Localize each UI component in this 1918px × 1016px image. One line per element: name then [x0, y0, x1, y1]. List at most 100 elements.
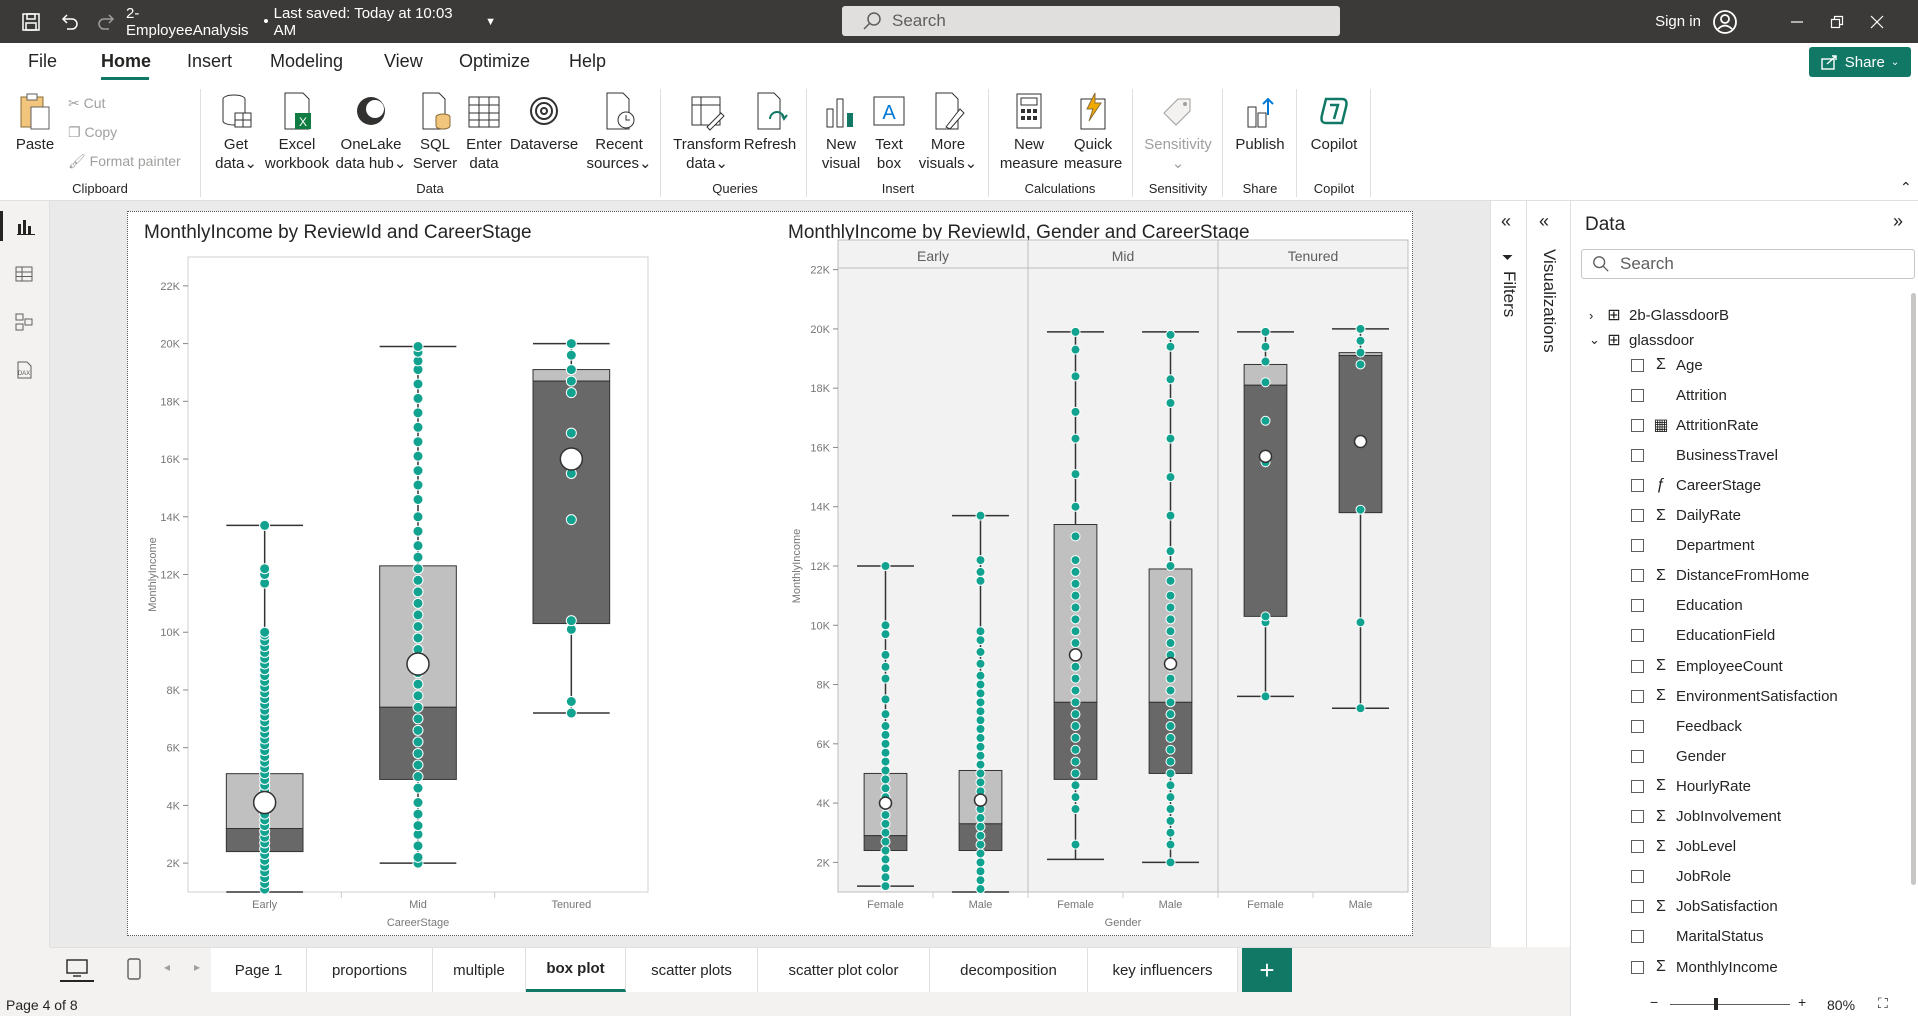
field-checkbox[interactable]: [1631, 388, 1644, 402]
field-maritalstatus[interactable]: MaritalStatus: [1631, 925, 1764, 949]
menu-view[interactable]: View: [384, 51, 423, 72]
collapse-data-pane-icon[interactable]: »: [1893, 211, 1903, 232]
field-checkbox[interactable]: [1631, 689, 1644, 703]
cut-button[interactable]: ✂ Cut: [68, 95, 105, 112]
visualizations-pane[interactable]: « Visualizations: [1526, 201, 1570, 947]
field-checkbox[interactable]: [1631, 448, 1644, 462]
field-monthlyincome[interactable]: Σ MonthlyIncome: [1631, 955, 1778, 979]
share-button[interactable]: Share ⌄: [1809, 47, 1911, 77]
desktop-layout-icon[interactable]: [60, 958, 94, 982]
field-employeecount[interactable]: Σ EmployeeCount: [1631, 654, 1783, 678]
field-checkbox[interactable]: [1631, 930, 1644, 944]
new-visual-button[interactable]: New visual: [816, 91, 866, 173]
field-department[interactable]: Department: [1631, 534, 1754, 558]
field-businesstravel[interactable]: BusinessTravel: [1631, 443, 1778, 467]
field-attritionrate[interactable]: ▦ AttritionRate: [1631, 413, 1759, 437]
field-jobsatisfaction[interactable]: Σ JobSatisfaction: [1631, 895, 1778, 919]
field-checkbox[interactable]: [1631, 900, 1644, 914]
expand-visualizations-icon[interactable]: «: [1539, 211, 1549, 232]
zoom-slider[interactable]: [1670, 1004, 1790, 1005]
sign-in-link[interactable]: Sign in: [1648, 0, 1708, 43]
table-view-icon[interactable]: [0, 259, 48, 289]
tab-page-1[interactable]: Page 1: [211, 948, 307, 992]
zoom-in-button[interactable]: +: [1798, 994, 1806, 1010]
minimize-icon[interactable]: [1782, 0, 1812, 43]
field-checkbox[interactable]: [1631, 810, 1644, 823]
field-careerstage[interactable]: ƒ CareerStage: [1631, 473, 1761, 497]
field-distancefromhome[interactable]: Σ DistanceFromHome: [1631, 564, 1809, 588]
menu-insert[interactable]: Insert: [187, 51, 232, 72]
new-measure-button[interactable]: New measure: [996, 91, 1062, 173]
field-educationfield[interactable]: EducationField: [1631, 624, 1775, 648]
field-checkbox[interactable]: [1631, 358, 1644, 372]
data-search-input[interactable]: Search: [1581, 249, 1915, 279]
field-checkbox[interactable]: [1631, 539, 1644, 553]
excel-workbook-button[interactable]: X Excel workbook: [262, 91, 332, 173]
zoom-out-button[interactable]: −: [1650, 994, 1658, 1010]
field-age[interactable]: Σ Age: [1631, 353, 1703, 377]
onelake-button[interactable]: OneLake data hub⌄: [333, 91, 409, 173]
field-joblevel[interactable]: Σ JobLevel: [1631, 835, 1736, 859]
text-box-button[interactable]: A Text box: [866, 91, 912, 173]
sql-server-button[interactable]: SQL Server: [412, 91, 458, 173]
field-dailyrate[interactable]: Σ DailyRate: [1631, 504, 1741, 528]
transform-data-button[interactable]: Transform data⌄: [668, 91, 746, 173]
filters-pane[interactable]: « ⏷ Filters: [1490, 201, 1526, 947]
menu-optimize[interactable]: Optimize: [459, 51, 530, 72]
field-environmentsatisfaction[interactable]: Σ EnvironmentSatisfaction: [1631, 684, 1838, 708]
tab-multiple[interactable]: multiple: [433, 948, 526, 992]
tab-decomposition[interactable]: decomposition: [930, 948, 1088, 992]
table-2b-glassdoorb[interactable]: › ⊞ 2b-GlassdoorB: [1589, 303, 1729, 327]
menu-help[interactable]: Help: [569, 51, 606, 72]
copilot-button[interactable]: Copilot: [1304, 91, 1364, 154]
table-glassdoor[interactable]: ⌄ ⊞ glassdoor: [1589, 328, 1694, 352]
field-jobrole[interactable]: JobRole: [1631, 865, 1731, 889]
field-checkbox[interactable]: [1631, 960, 1644, 974]
data-pane-scrollbar[interactable]: [1911, 293, 1916, 885]
collapse-ribbon-icon[interactable]: ⌃: [1900, 179, 1912, 196]
model-view-icon[interactable]: [0, 307, 48, 337]
field-checkbox[interactable]: [1631, 599, 1644, 613]
menu-file[interactable]: File: [28, 51, 57, 72]
chevron-down-icon[interactable]: ▼: [485, 16, 496, 28]
refresh-button[interactable]: Refresh: [742, 91, 798, 154]
sensitivity-button[interactable]: Sensitivity ⌄: [1138, 91, 1218, 173]
chart-monthlyincome-by-gender-careerstage[interactable]: MonthlyIncome by ReviewId, Gender and Ca…: [788, 212, 1413, 935]
report-view-icon[interactable]: [0, 211, 48, 241]
field-checkbox[interactable]: [1631, 840, 1644, 854]
search-box[interactable]: Search: [842, 6, 1340, 36]
field-hourlyrate[interactable]: Σ HourlyRate: [1631, 774, 1751, 798]
dataverse-button[interactable]: Dataverse: [508, 91, 580, 154]
menu-home[interactable]: Home: [101, 51, 151, 72]
recent-sources-button[interactable]: Recent sources⌄: [584, 91, 654, 173]
close-icon[interactable]: [1862, 0, 1892, 43]
undo-icon[interactable]: [54, 0, 84, 43]
redo-icon[interactable]: [92, 0, 122, 43]
expand-filters-icon[interactable]: «: [1501, 211, 1511, 232]
dax-query-view-icon[interactable]: DAX: [0, 355, 48, 385]
chart-monthlyincome-by-careerstage[interactable]: MonthlyIncome by ReviewId and CareerStag…: [128, 212, 788, 935]
add-page-button[interactable]: +: [1242, 948, 1292, 992]
more-visuals-button[interactable]: More visuals⌄: [918, 91, 978, 173]
field-checkbox[interactable]: [1631, 418, 1644, 432]
field-checkbox[interactable]: [1631, 719, 1644, 733]
field-checkbox[interactable]: [1631, 509, 1644, 522]
quick-measure-button[interactable]: Quick measure: [1060, 91, 1126, 173]
tab-scroll-right-icon[interactable]: ▸: [194, 960, 200, 974]
field-checkbox[interactable]: [1631, 478, 1644, 492]
tab-scatter-plot-color[interactable]: scatter plot color: [758, 948, 930, 992]
publish-button[interactable]: Publish: [1230, 91, 1290, 154]
paste-button[interactable]: Paste: [12, 91, 58, 154]
field-feedback[interactable]: Feedback: [1631, 714, 1742, 738]
mobile-layout-icon[interactable]: [126, 958, 142, 983]
field-gender[interactable]: Gender: [1631, 744, 1726, 768]
format-painter-button[interactable]: 🖌 Format painter: [68, 153, 181, 170]
tab-proportions[interactable]: proportions: [307, 948, 433, 992]
field-attrition[interactable]: Attrition: [1631, 383, 1727, 407]
restore-icon[interactable]: [1822, 0, 1852, 43]
enter-data-button[interactable]: Enter data: [461, 91, 507, 173]
field-education[interactable]: Education: [1631, 594, 1743, 618]
menu-modeling[interactable]: Modeling: [270, 51, 343, 72]
field-checkbox[interactable]: [1631, 659, 1644, 673]
save-icon[interactable]: [16, 0, 46, 43]
